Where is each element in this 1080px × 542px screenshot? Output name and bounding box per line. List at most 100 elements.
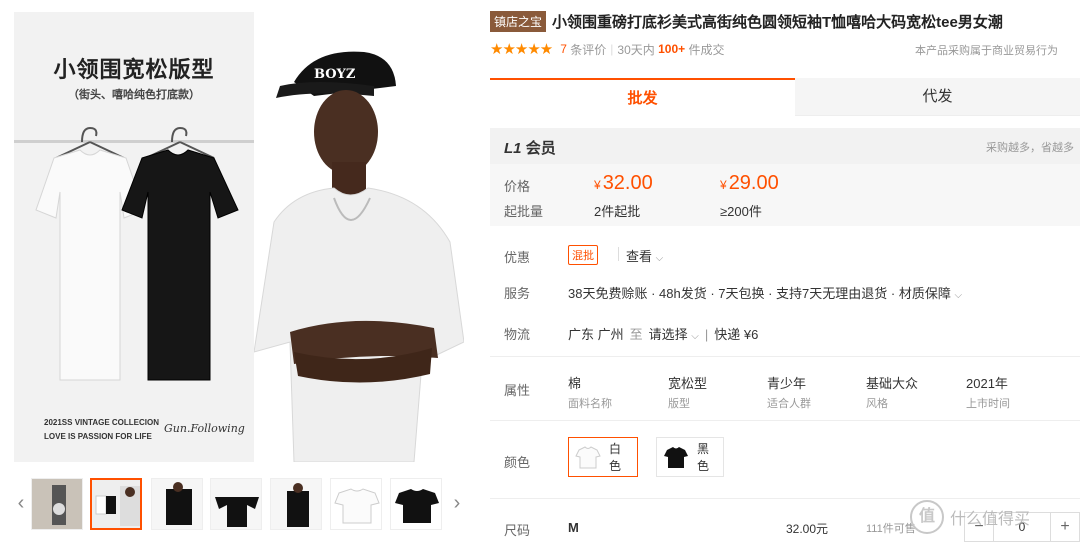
ship-to-word: 至 [629,327,643,342]
thumbnail-strip: ‹ › [14,474,464,534]
product-stats: ★★★★★ 7 条评价 | 30天内 100+ 件成交 [490,41,725,58]
color-option-white[interactable]: 白色 [568,437,638,477]
size-stock: 111件可售 [866,523,916,535]
poster-title: 小领围宽松版型 [53,57,215,82]
attribute-value: 棉 [568,376,582,391]
review-label[interactable]: 条评价 [570,41,606,58]
promo-view-link[interactable]: 查看 ⌵ [626,246,663,265]
title-row: 镇店之宝 小领围重磅打底衫美式高街纯色圆领短袖T恤嘻哈大码宽松tee男女潮 [490,11,1003,32]
review-count[interactable]: 7 [560,42,567,56]
attribute-item: 宽松型 版型 [668,373,758,411]
member-level-label: 会员 [525,140,556,157]
attribute-item: 基础大众 风格 [866,373,956,411]
thumbnail-2[interactable] [90,478,142,530]
promo-label: 优惠 [504,250,531,265]
deals-count: 100+ [658,42,686,56]
attribute-key: 面料名称 [568,398,612,410]
color-label: 颜色 [504,455,531,470]
poster-footer-line2: LOVE IS PASSION FOR LIFE [44,432,152,441]
tier2-moq: ≥200件 [720,204,762,219]
tier1-currency: ¥ [594,178,601,192]
attribute-key: 上市时间 [966,398,1010,410]
logistics-row: 广东 广州至请选择 ⌵ | 快递 ¥6 [568,327,759,342]
chevron-down-icon: ⌵ [655,253,664,264]
attribute-value: 青少年 [767,376,807,391]
thumbnail-6[interactable] [330,478,382,530]
chevron-down-icon: ⌵ [691,331,699,342]
thumbnail-prev-arrow-icon[interactable]: ‹ [14,492,28,514]
color-option-label: 黑色 [697,442,710,473]
shipping-fee: ¥6 [743,327,759,342]
tier1-moq: 2件起批 [594,204,641,219]
price-label: 价格 [504,179,531,194]
section-divider [490,356,1080,357]
tier1-price: ¥32.00 [594,172,653,195]
brand-signature-logo: Gun.Following [164,422,245,435]
model-illustration: BOYZ [253,51,464,462]
product-poster: 小领围宽松版型 （街头、嘻哈纯色打底款） 2021SS VINTAGE COLL… [14,12,254,462]
mixed-batch-badge: 混批 [568,245,598,265]
attribute-key: 适合人群 [767,398,811,410]
thumbnail-7[interactable] [390,478,442,530]
member-bar: L1 会员 采购越多，省越多 [490,128,1080,164]
attribute-value: 宽松型 [668,376,708,391]
destination-select[interactable]: 请选择 ⌵ [649,327,699,342]
deals-prefix: 30天内 [617,42,655,57]
white-tee-swatch-icon [575,443,601,471]
tshirts-illustration [35,126,239,381]
logistics-label: 物流 [504,327,531,342]
thumbnail-next-arrow-icon[interactable]: › [450,492,464,514]
cap-text: BOYZ [314,67,356,82]
watermark-logo: 值 [910,500,944,534]
size-price: 32.00元 [786,522,829,536]
service-label: 服务 [504,286,531,301]
thumbnail-4[interactable] [210,478,262,530]
product-info-panel: 镇店之宝 小领围重磅打底衫美式高街纯色圆领短袖T恤嘻哈大码宽松tee男女潮 ★★★… [490,0,1080,542]
poster-footer-line1: 2021SS VINTAGE COLLECION [44,418,159,427]
ship-from: 广东 广州 [568,327,624,342]
thumbnail-1[interactable] [31,478,83,530]
thumbnail-3[interactable] [151,478,203,530]
attribute-key: 风格 [866,398,888,410]
product-title: 小领围重磅打底衫美式高街纯色圆领短袖T恤嘻哈大码宽松tee男女潮 [552,14,1003,31]
color-option-label: 白色 [609,442,622,473]
attribute-key: 版型 [668,398,690,410]
tab-wholesale[interactable]: 批发 [490,78,795,116]
promo-view-text: 查看 [626,249,653,264]
moq-label: 起批量 [504,204,544,219]
product-main-image[interactable]: 小领围宽松版型 （街头、嘻哈纯色打底款） 2021SS VINTAGE COLL… [14,12,464,462]
site-watermark: 值 什么值得买 [910,500,1030,534]
increase-button[interactable]: + [1051,513,1079,541]
service-text: 38天免费赊账 · 48h发货 · 7天包换 · 支持7天无理由退货 · 材质保… [568,286,951,301]
member-hint: 采购越多，省越多 [986,142,1074,154]
attribute-item: 2021年上市时间 [966,373,1056,411]
promo-divider [618,247,619,261]
tier2-price-value: 29.00 [728,172,779,194]
black-tee-swatch-icon [663,443,689,471]
watermark-text: 什么值得买 [950,511,1031,528]
tier2-currency: ¥ [720,178,727,192]
section-divider [490,498,1080,499]
tier1-price-value: 32.00 [602,172,653,194]
attribute-item: 青少年 适合人群 [767,373,857,411]
price-box: 价格 起批量 ¥32.00 2件起批 ¥29.00 ≥200件 [490,164,1080,226]
attribute-value: 基础大众 [866,376,919,391]
destination-select-text: 请选择 [648,327,688,342]
tier2-price: ¥29.00 [720,172,779,195]
service-list[interactable]: 38天免费赊账 · 48h发货 · 7天包换 · 支持7天无理由退货 · 材质保… [568,283,962,302]
purchase-mode-tabs: 批发 代发 [490,78,1080,116]
model-photo: BOYZ [253,12,464,462]
shop-treasure-badge: 镇店之宝 [490,11,547,32]
thumbnail-5[interactable] [270,478,322,530]
rating-stars-icon: ★★★★★ [490,41,553,58]
tab-dropship[interactable]: 代发 [795,78,1080,116]
chevron-down-icon: ⌵ [954,290,963,301]
color-option-black[interactable]: 黑色 [656,437,724,477]
section-divider [490,420,1080,421]
attribute-value: 2021年 [966,376,1008,391]
poster-subtitle: （街头、嘻哈纯色打底款） [68,89,200,101]
attributes-label: 属性 [504,383,531,398]
express-label: 快递 [714,327,741,342]
size-label: 尺码 [504,523,531,538]
member-level-code: L1 [504,140,522,157]
